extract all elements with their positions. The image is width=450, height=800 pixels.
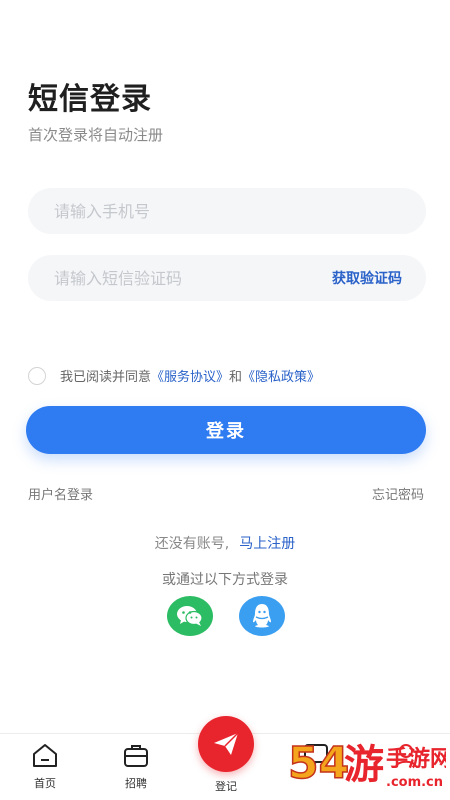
site-watermark-logo: 54 游 手游网 .com.cn: [287, 737, 446, 790]
agreement-and: 和: [229, 370, 243, 385]
tab-jobs[interactable]: 招聘: [106, 740, 166, 791]
briefcase-icon: [124, 745, 148, 767]
page-subtitle: 首次登录将自动注册: [28, 126, 164, 144]
tab-jobs-label: 招聘: [125, 777, 147, 790]
phone-field[interactable]: [28, 187, 426, 235]
phone-input[interactable]: [52, 187, 402, 235]
wechat-icon: [177, 606, 203, 626]
tab-home[interactable]: 首页: [15, 740, 75, 791]
svg-text:手游网: 手游网: [386, 746, 446, 772]
privacy-policy-link[interactable]: 《隐私政策》: [242, 366, 320, 385]
wechat-login-button[interactable]: [167, 596, 213, 636]
svg-text:.com.cn: .com.cn: [386, 775, 443, 790]
qq-login-button[interactable]: [239, 596, 285, 636]
register-row: 还没有账号, 马上注册: [0, 533, 450, 553]
paper-plane-icon: [214, 732, 239, 755]
svg-text:54: 54: [288, 738, 349, 789]
alt-login-label: 或通过以下方式登录: [162, 572, 288, 588]
register-link[interactable]: 马上注册: [239, 536, 295, 552]
page-title: 短信登录: [28, 82, 152, 117]
login-button[interactable]: 登录: [26, 406, 426, 454]
agreement-row: 我已阅读并同意 《服务协议》 和 《隐私政策》: [28, 366, 320, 385]
register-center-button[interactable]: [198, 716, 254, 772]
qq-icon: [253, 604, 271, 628]
username-login-link[interactable]: 用户名登录: [28, 484, 93, 503]
sms-code-field[interactable]: 获取验证码: [28, 254, 426, 302]
home-icon: [33, 744, 57, 767]
agreement-prefix: 我已阅读并同意: [60, 370, 152, 385]
tab-register-label: 登记: [215, 780, 237, 793]
svg-text:游: 游: [344, 742, 384, 788]
tab-home-label: 首页: [34, 777, 56, 790]
sms-code-input[interactable]: [52, 254, 332, 302]
forgot-password-link[interactable]: 忘记密码: [372, 484, 424, 503]
agreement-checkbox[interactable]: [28, 366, 46, 385]
get-code-button[interactable]: 获取验证码: [332, 268, 402, 288]
service-agreement-link[interactable]: 《服务协议》: [151, 366, 229, 385]
register-prompt: 还没有账号,: [154, 536, 230, 552]
